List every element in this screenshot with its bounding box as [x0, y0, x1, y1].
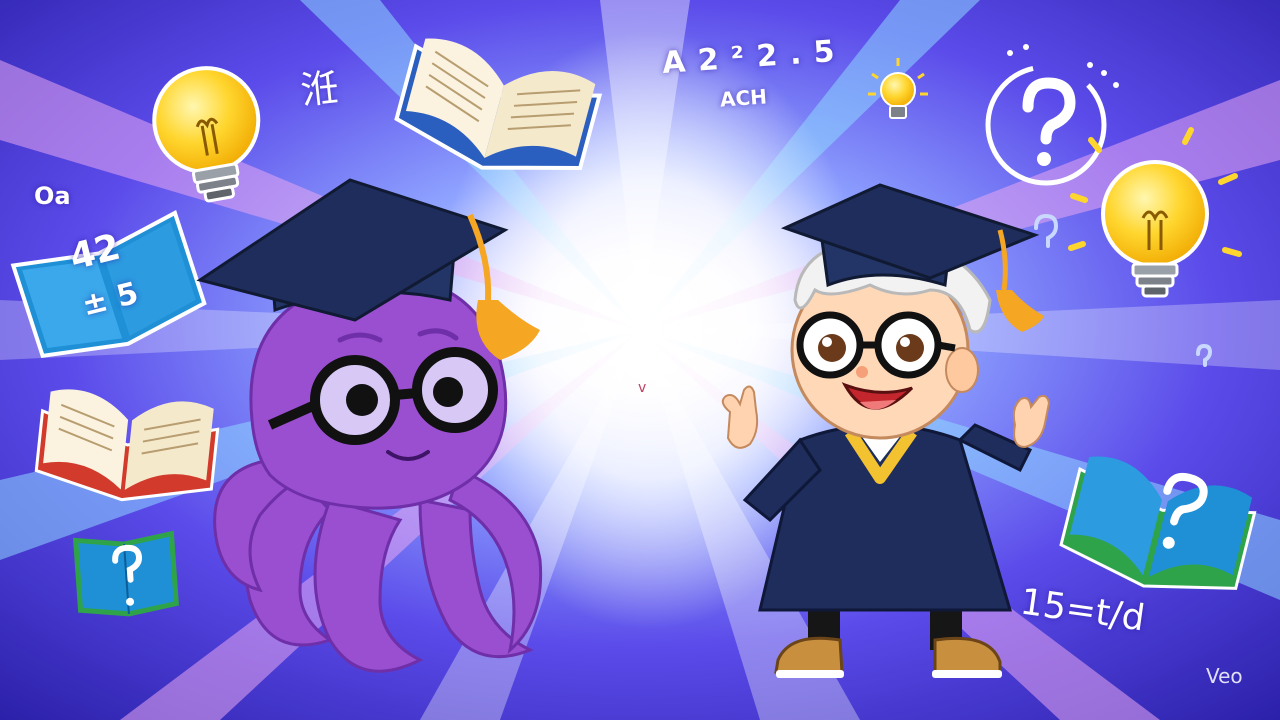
veo-watermark: Veo	[1206, 664, 1243, 688]
math-scribble-left-oa: Oa	[34, 182, 71, 210]
open-book-icon	[72, 530, 179, 617]
center-mark: v	[638, 380, 647, 396]
math-scribble-top-center-sub: ACH	[719, 84, 768, 112]
math-scribble-top-left: 㳝	[298, 65, 341, 113]
illustration-stage: A 2 ² 2 . 5 ACH 㳝 Oa 42 ± 5 15=t/d v Veo	[0, 0, 1280, 720]
